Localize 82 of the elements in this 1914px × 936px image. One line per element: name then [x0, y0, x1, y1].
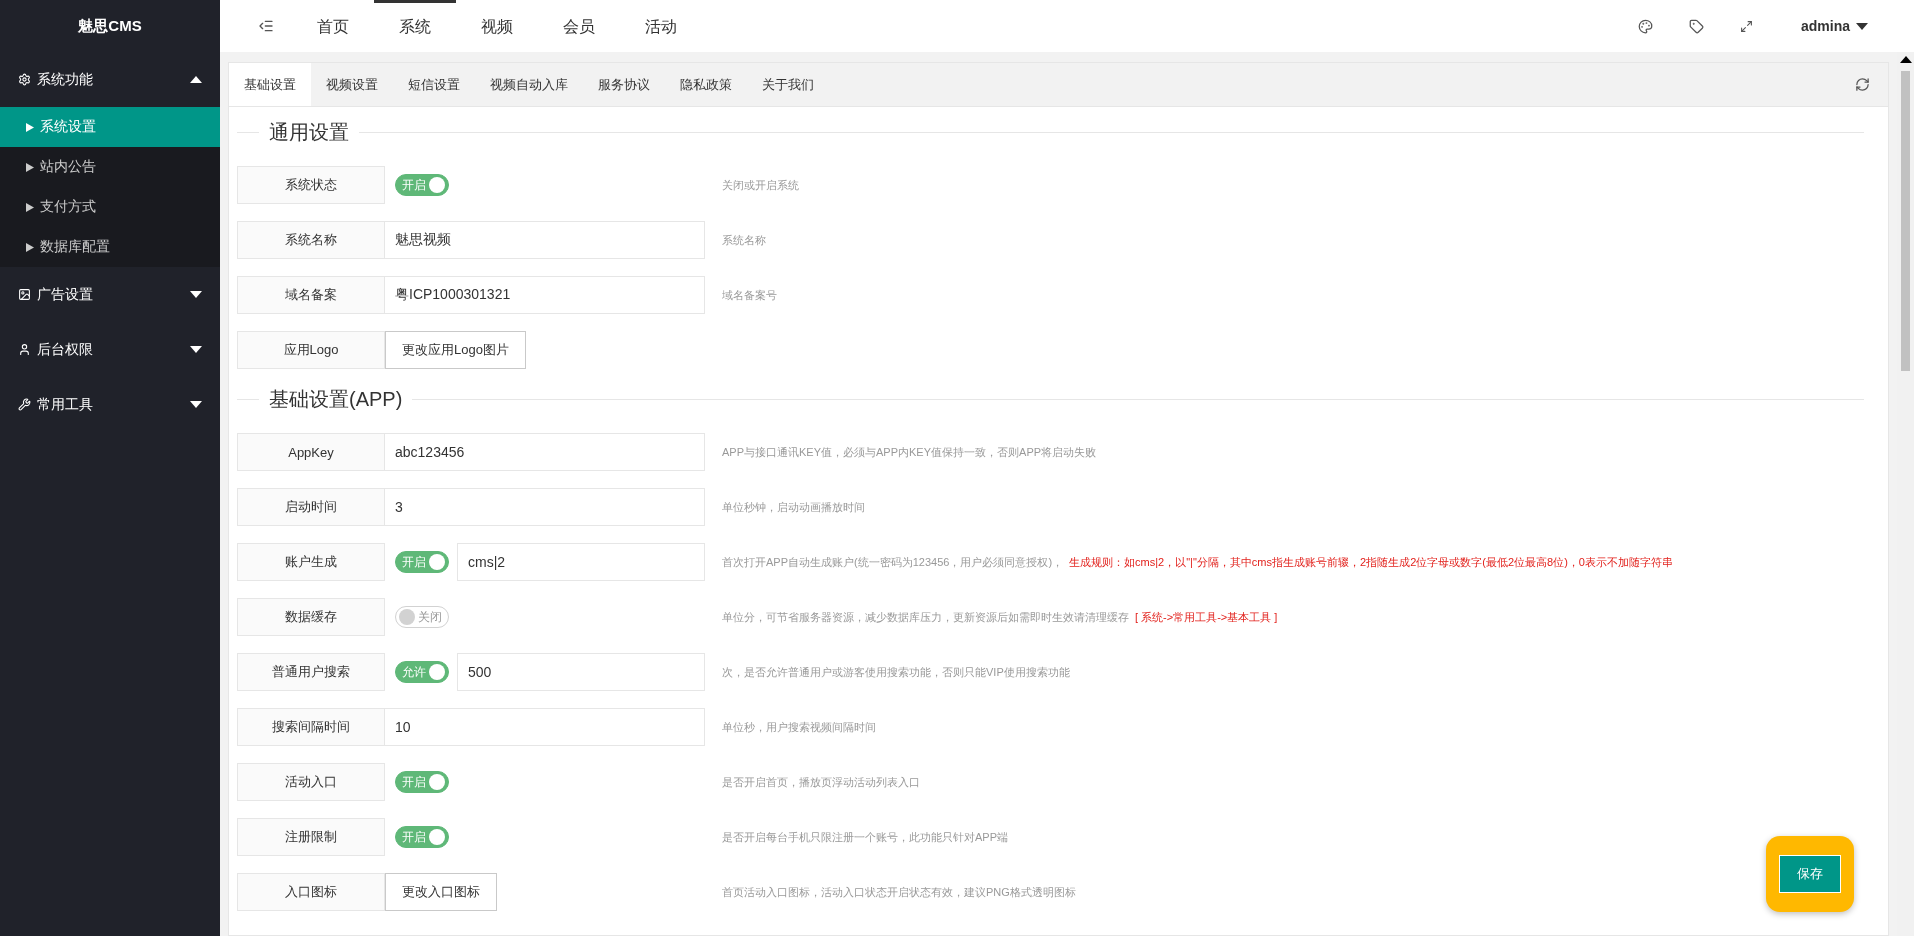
- input-field[interactable]: 500: [457, 653, 705, 691]
- help-text: 单位分，可节省服务器资源，减少数据库压力，更新资源后如需即时生效请清理缓存 [ 系统->常用工具->基本工具 ]: [722, 609, 1278, 625]
- sidebar-item[interactable]: 支付方式: [0, 187, 220, 227]
- user-menu[interactable]: admina: [1771, 0, 1914, 52]
- nav-tab[interactable]: 活动: [620, 0, 702, 52]
- input-field[interactable]: 3: [385, 488, 705, 526]
- sidebar-item-label: 站内公告: [40, 158, 96, 176]
- caret-icon: [190, 291, 202, 298]
- help-text: APP与接口通讯KEY值，必须与APP内KEY值保持一致，否则APP将启动失败: [722, 444, 1097, 460]
- caret-icon: [190, 346, 202, 353]
- section-title: 通用设置: [268, 120, 350, 145]
- sidebar-group[interactable]: 后台权限: [0, 322, 220, 377]
- palette-icon[interactable]: [1638, 18, 1653, 34]
- nav-tab[interactable]: 视频: [456, 0, 538, 52]
- help-text: 关闭或开启系统: [722, 177, 799, 193]
- menu-icon[interactable]: [258, 18, 274, 34]
- image-icon: [18, 288, 31, 301]
- sidebar-item-label: 系统设置: [40, 118, 96, 136]
- sidebar-item-label: 数据库配置: [40, 238, 110, 256]
- settings-tab[interactable]: 服务协议: [583, 63, 665, 106]
- save-button[interactable]: 保存: [1779, 855, 1841, 893]
- input-field[interactable]: 10: [385, 708, 705, 746]
- sidebar-item[interactable]: 数据库配置: [0, 227, 220, 267]
- sidebar-item[interactable]: 系统设置: [0, 107, 220, 147]
- triangle-icon: [26, 162, 34, 172]
- help-text: 是否开启首页，播放页浮动活动列表入口: [722, 774, 920, 790]
- field-label: 注册限制: [237, 818, 385, 856]
- field-label: 域名备案: [237, 276, 385, 314]
- upload-button[interactable]: 更改入口图标: [385, 873, 497, 911]
- refresh-icon[interactable]: [1855, 77, 1870, 92]
- settings-tab[interactable]: 视频自动入库: [475, 63, 583, 106]
- help-text: 是否开启每台手机只限注册一个账号，此功能只针对APP端: [722, 829, 1008, 845]
- nav-tab[interactable]: 首页: [292, 0, 374, 52]
- field-label: 入口图标: [237, 873, 385, 911]
- field-label: 数据缓存: [237, 598, 385, 636]
- settings-tab[interactable]: 关于我们: [747, 63, 829, 106]
- settings-tab[interactable]: 基础设置: [229, 63, 311, 106]
- field-label: 应用Logo: [237, 331, 385, 369]
- input-field[interactable]: 粤ICP1000301321: [385, 276, 705, 314]
- help-text: 单位秒钟，启动动画播放时间: [722, 499, 865, 515]
- caret-icon: [190, 76, 202, 83]
- settings-tab[interactable]: 隐私政策: [665, 63, 747, 106]
- sidebar-group[interactable]: 常用工具: [0, 377, 220, 432]
- tag-icon[interactable]: [1689, 18, 1704, 34]
- field-label: 系统名称: [237, 221, 385, 259]
- help-text: 首次打开APP自动生成账户(统一密码为123456，用户必须同意授权)， 生成规则：如cms|2，以"|"分隔，其中cms指生成账号前辍，2指随生成2位字母或数字(最低2位最高8位)，0表示不加随字符串: [722, 554, 1673, 570]
- field-label: 系统状态: [237, 166, 385, 204]
- upload-button[interactable]: 更改应用Logo图片: [385, 331, 526, 369]
- field-label: 启动时间: [237, 488, 385, 526]
- app-logo: 魅思CMS: [77, 15, 143, 36]
- fullscreen-icon[interactable]: [1740, 19, 1753, 33]
- scroll-up-icon: [1899, 56, 1912, 63]
- scroll-thumb[interactable]: [1901, 71, 1910, 371]
- caret-icon: [190, 401, 202, 408]
- triangle-icon: [26, 242, 34, 252]
- section-title: 基础设置(APP): [268, 387, 404, 412]
- settings-tab[interactable]: 短信设置: [393, 63, 475, 106]
- sidebar-group[interactable]: 系统功能: [0, 52, 220, 107]
- help-text: 系统名称: [722, 232, 766, 248]
- field-label: AppKey: [237, 433, 385, 471]
- field-label: 普通用户搜索: [237, 653, 385, 691]
- help-text: 首页活动入口图标，活动入口状态开启状态有效，建议PNG格式透明图标: [722, 884, 1076, 900]
- field-label: 搜索间隔时间: [237, 708, 385, 746]
- caret-icon: [1856, 22, 1868, 30]
- input-field[interactable]: abc123456: [385, 433, 705, 471]
- field-label: 活动入口: [237, 763, 385, 801]
- nav-tab[interactable]: 会员: [538, 0, 620, 52]
- sidebar-group[interactable]: 广告设置: [0, 267, 220, 322]
- help-text: 单位秒，用户搜索视频间隔时间: [722, 719, 876, 735]
- triangle-icon: [26, 122, 34, 132]
- triangle-icon: [26, 202, 34, 212]
- sidebar-item[interactable]: 站内公告: [0, 147, 220, 187]
- input-field[interactable]: cms|2: [457, 543, 705, 581]
- person-icon: [18, 343, 31, 356]
- field-label: 账户生成: [237, 543, 385, 581]
- settings-tab[interactable]: 视频设置: [311, 63, 393, 106]
- input-field[interactable]: 魅思视频: [385, 221, 705, 259]
- gear-icon: [18, 73, 31, 86]
- sidebar-item-label: 支付方式: [40, 198, 96, 216]
- wrench-icon: [18, 398, 31, 411]
- help-text: 域名备案号: [722, 287, 777, 303]
- help-text: 次，是否允许普通用户或游客使用搜索功能，否则只能VIP使用搜索功能: [722, 664, 1070, 680]
